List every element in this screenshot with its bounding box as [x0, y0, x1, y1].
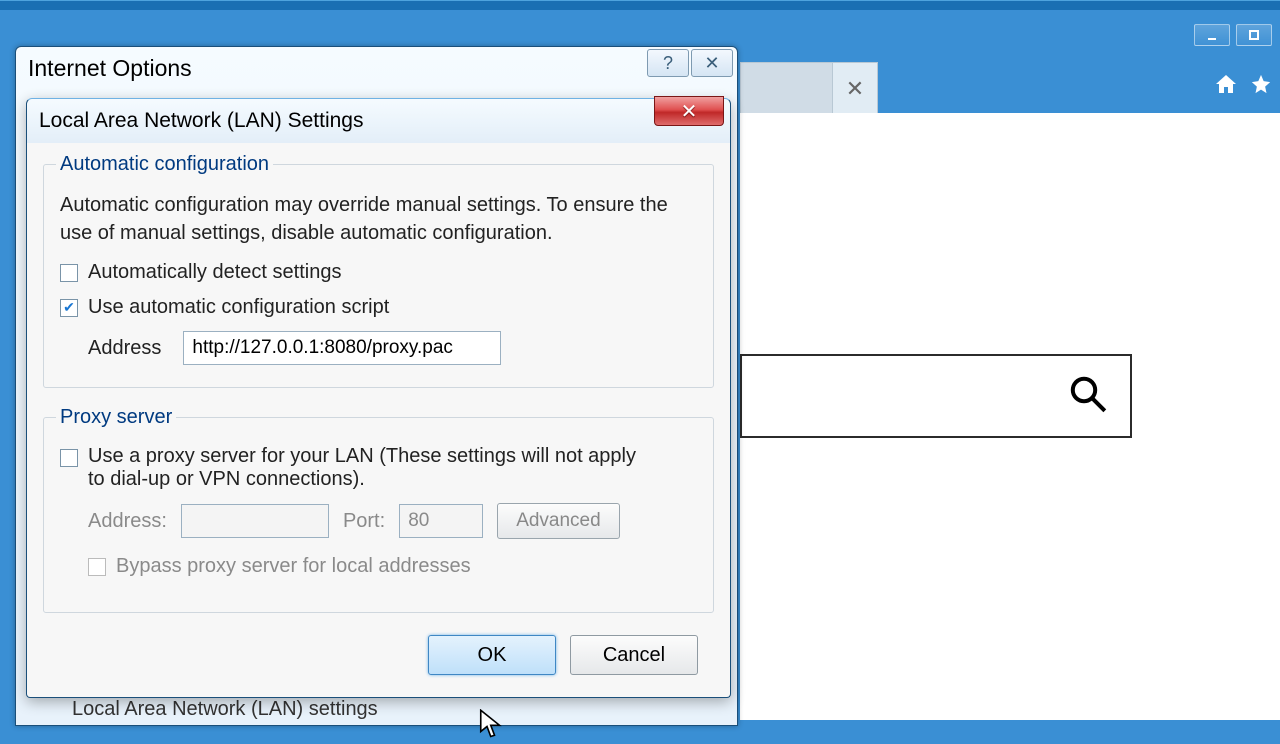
- dialog-button-row: OK Cancel: [43, 631, 714, 679]
- cancel-button[interactable]: Cancel: [570, 635, 698, 675]
- browser-toolbar: [1214, 72, 1272, 102]
- use-script-checkbox[interactable]: ✔: [60, 299, 78, 317]
- browser-tab[interactable]: [741, 63, 833, 115]
- close-button[interactable]: ✕: [691, 49, 733, 77]
- advanced-button[interactable]: Advanced: [497, 503, 620, 539]
- tab-close-icon[interactable]: ✕: [833, 76, 877, 102]
- proxy-port-input[interactable]: [399, 504, 483, 538]
- proxy-address-label: Address:: [88, 510, 167, 533]
- internet-options-title: Internet Options: [16, 47, 737, 96]
- maximize-button[interactable]: [1236, 24, 1272, 46]
- page-search-box[interactable]: [740, 354, 1132, 438]
- star-icon[interactable]: [1250, 73, 1272, 101]
- use-proxy-row[interactable]: Use a proxy server for your LAN (These s…: [60, 445, 697, 491]
- script-address-label: Address: [88, 337, 161, 360]
- window-controls: [1194, 24, 1272, 46]
- use-proxy-checkbox[interactable]: [60, 449, 78, 467]
- search-icon: [1068, 374, 1108, 419]
- use-proxy-label: Use a proxy server for your LAN (These s…: [88, 445, 648, 491]
- lan-section-label: Local Area Network (LAN) settings: [72, 698, 378, 721]
- auto-detect-checkbox[interactable]: [60, 264, 78, 282]
- browser-tabstrip: ✕: [740, 62, 878, 114]
- home-icon[interactable]: [1214, 72, 1238, 102]
- proxy-server-group: Proxy server Use a proxy server for your…: [43, 406, 714, 613]
- minimize-button[interactable]: [1194, 24, 1230, 46]
- proxy-address-row: Address: Port: Advanced: [88, 503, 697, 539]
- proxy-address-input[interactable]: [181, 504, 329, 538]
- bypass-proxy-label: Bypass proxy server for local addresses: [116, 555, 471, 578]
- lan-settings-dialog: Local Area Network (LAN) Settings ✕ Auto…: [26, 98, 731, 698]
- auto-detect-row[interactable]: Automatically detect settings: [60, 261, 697, 284]
- browser-titlebar: [0, 0, 1280, 10]
- lan-title: Local Area Network (LAN) Settings: [39, 109, 363, 133]
- auto-config-description: Automatic configuration may override man…: [60, 192, 697, 247]
- use-script-label: Use automatic configuration script: [88, 296, 389, 319]
- auto-detect-label: Automatically detect settings: [88, 261, 341, 284]
- lan-titlebar: Local Area Network (LAN) Settings ✕: [27, 99, 730, 143]
- help-button[interactable]: ?: [647, 49, 689, 77]
- proxy-legend: Proxy server: [56, 406, 176, 429]
- script-address-input[interactable]: [183, 331, 501, 365]
- automatic-configuration-group: Automatic configuration Automatic config…: [43, 153, 714, 388]
- ok-button[interactable]: OK: [428, 635, 556, 675]
- bypass-proxy-checkbox[interactable]: [88, 558, 106, 576]
- use-script-row[interactable]: ✔ Use automatic configuration script: [60, 296, 697, 319]
- auto-config-legend: Automatic configuration: [56, 153, 273, 176]
- script-address-row: Address: [88, 331, 697, 365]
- close-button[interactable]: ✕: [654, 96, 724, 126]
- proxy-port-label: Port:: [343, 510, 385, 533]
- bypass-proxy-row[interactable]: Bypass proxy server for local addresses: [88, 555, 697, 578]
